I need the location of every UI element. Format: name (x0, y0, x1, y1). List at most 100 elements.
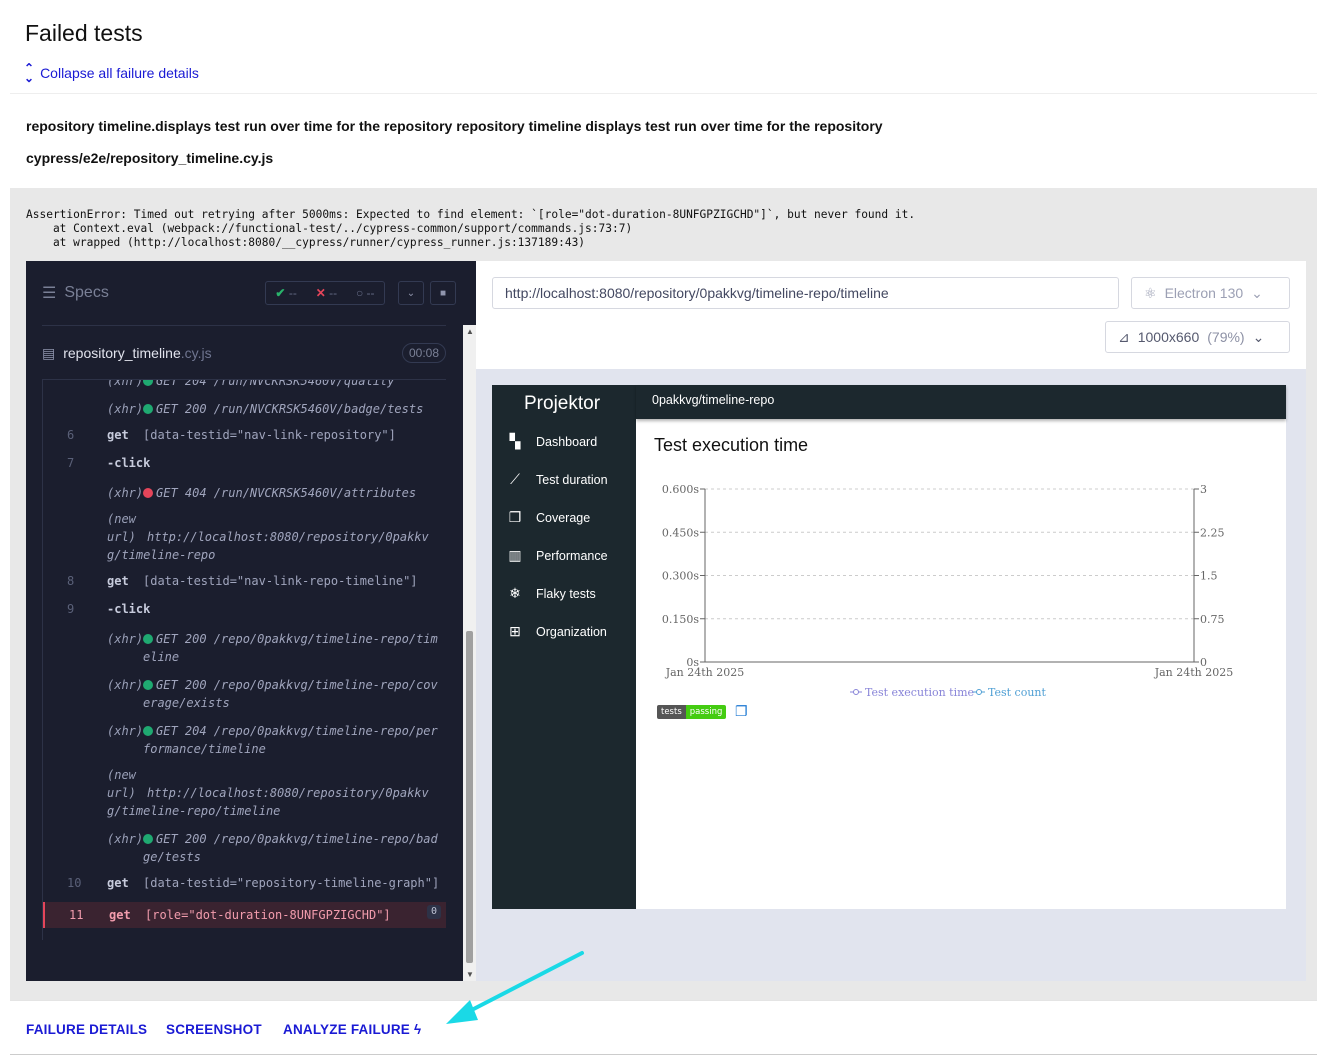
passed-stat: ✔ -- (275, 286, 297, 300)
nav-label: Flaky tests (536, 586, 596, 601)
command-number: 10 (67, 876, 82, 890)
command-message: GET 404 /run/NVCKRSK5460V/attributes (143, 484, 443, 502)
command-number: 7 (67, 456, 75, 470)
success-dot-icon (143, 634, 153, 644)
command-name: (xhr) (107, 486, 144, 500)
viewport-size: 1000x660 (1137, 329, 1200, 345)
scroll-up-icon[interactable]: ▲ (466, 327, 474, 336)
collapse-icon: ⌃ ⌄ (24, 61, 35, 85)
command-message: [data-testid="nav-link-repository"] (143, 428, 396, 442)
scroll-thumb[interactable] (466, 631, 473, 963)
chevron-down-icon: ⌄ (1251, 284, 1263, 301)
command-name: get (107, 574, 129, 588)
command-message: GET 204 /run/NVCKRSK5460V/quality (143, 380, 443, 390)
repo-name: 0pakkvg/timeline-repo (652, 393, 775, 407)
nav-label: Dashboard (536, 434, 598, 449)
failure-details: AssertionError: Timed out retrying after… (10, 188, 1317, 1000)
snowflake-icon: ❄ (509, 585, 521, 601)
nav-item-coverage[interactable]: ❐ Coverage (506, 509, 590, 526)
command-number: 6 (67, 428, 75, 442)
spec-row[interactable]: ▤ repository_timeline .cy.js 00:08 (42, 341, 446, 365)
url-bar[interactable]: http://localhost:8080/repository/0pakkvg… (492, 277, 1119, 309)
y-left-tick-label: 0.600s (662, 483, 699, 496)
trend-icon: ⟋ (510, 471, 520, 487)
command-message: GET 204 /repo/0pakkvg/timeline-repo/perf… (143, 724, 438, 756)
command-number: 9 (67, 602, 75, 616)
command-name: get (107, 428, 129, 442)
nav-label: Coverage (536, 510, 591, 525)
viewport-scale: (79%) (1207, 329, 1245, 345)
check-icon: ✔ (275, 286, 286, 300)
nav-item-test-duration[interactable]: ⟋ Test duration (506, 471, 608, 488)
y-right-tick-label: 1.5 (1200, 570, 1218, 583)
nav-item-performance[interactable]: ▥ Performance (506, 547, 608, 564)
y-right-tick-label: 3 (1200, 483, 1207, 496)
nav-item-flaky-tests[interactable]: ❄ Flaky tests (506, 585, 596, 602)
page: Failed tests ⌃ ⌄ Collapse all failure det… (0, 0, 1317, 1062)
nav-item-organization[interactable]: ⊞ Organization (506, 623, 607, 640)
electron-icon: ⚛ (1144, 284, 1157, 301)
cypress-screenshot: ☰ Specs ✔ -- ✕ -- ○ -- ⌄ ■ ▤ repository_… (26, 261, 1306, 981)
x-tick-label: Jan 24th 2025 (1154, 666, 1234, 679)
command-name: (xhr) (107, 402, 144, 416)
specs-toggle[interactable]: ☰ Specs (42, 283, 109, 303)
browser-selector[interactable]: ⚛ Electron 130 ⌄ (1131, 277, 1290, 309)
tab-analyze-failure[interactable]: ANALYZE FAILURE ϟ (283, 1022, 421, 1037)
nav-label: Performance (536, 548, 608, 563)
command-message: GET 200 /run/NVCKRSK5460V/badge/tests (143, 400, 443, 418)
brand: Projektor (524, 393, 601, 414)
command-name: get (109, 908, 131, 922)
element-count-badge: 0 (426, 905, 441, 919)
failed-command-row[interactable]: 11 get [role="dot-duration-8UNFGPZIGCHD"] 0 (43, 902, 446, 928)
app-topbar: 0pakkvg/timeline-repo (636, 385, 1286, 419)
failed-stat: ✕ -- (315, 286, 338, 300)
legend-marker (976, 689, 982, 695)
error-dot-icon (143, 488, 153, 498)
dashboard-icon: ▚ (509, 433, 521, 449)
command-message: http://localhost:8080/repository/0pakkvg… (107, 530, 429, 562)
org-icon: ⊞ (509, 623, 521, 639)
command-message: http://localhost:8080/repository/0pakkvg… (107, 786, 429, 818)
y-right-tick-label: 0.75 (1200, 613, 1225, 626)
nav-label: Test duration (536, 472, 608, 487)
file-icon: ▤ (42, 344, 56, 361)
run-stats: ✔ -- ✕ -- ○ -- (265, 281, 385, 305)
chevron-down-icon: ⌄ (1252, 328, 1265, 345)
command-log: (xhr) GET 204 /run/NVCKRSK5460V/quality (x… (42, 380, 446, 940)
copy-icon[interactable]: ❐ (735, 703, 748, 720)
tab-failure-details[interactable]: FAILURE DETAILS (26, 1022, 147, 1037)
cypress-reporter: ☰ Specs ✔ -- ✕ -- ○ -- ⌄ ■ ▤ repository_… (26, 261, 476, 981)
tab-screenshot[interactable]: SCREENSHOT (166, 1022, 262, 1037)
spinner-icon: ○ (355, 286, 364, 300)
nav-label: Organization (536, 624, 607, 639)
timeline-chart: 0s0.150s0.300s0.450s0.600s00.751.52.253J… (662, 483, 1234, 699)
failure-tabs: FAILURE DETAILS SCREENSHOT ANALYZE FAILU… (10, 1000, 1317, 1055)
success-dot-icon (143, 380, 153, 386)
spec-ext: .cy.js (180, 345, 212, 361)
chevron-down-icon[interactable]: ⌄ (398, 281, 424, 305)
scrollbar[interactable]: ▲ ▼ (463, 325, 476, 981)
scroll-down-icon[interactable]: ▼ (466, 970, 474, 979)
command-name: -click (107, 456, 151, 470)
command-message: [data-testid="repository-timeline-graph"… (143, 876, 440, 890)
command-number: 11 (69, 908, 84, 922)
command-message: GET 200 /repo/0pakkvg/timeline-repo/time… (143, 632, 438, 664)
y-left-tick-label: 0.300s (662, 570, 699, 583)
stop-icon[interactable]: ■ (430, 281, 456, 305)
test-name: repository timeline.displays test run ov… (26, 118, 883, 134)
command-message: [role="dot-duration-8UNFGPZIGCHD"] (145, 908, 391, 922)
success-dot-icon (143, 834, 153, 844)
legend-label: Test count (988, 686, 1047, 699)
collapse-all-link[interactable]: ⌃ ⌄ Collapse all failure details (24, 61, 199, 85)
aut-stage: Projektor ▚ Dashboard ⟋ Test duration ❐ Cover… (476, 369, 1306, 981)
list-icon: ☰ (42, 285, 57, 302)
viewport-selector[interactable]: ⊿ 1000x660 (79%) ⌄ (1105, 321, 1290, 353)
nav-item-dashboard[interactable]: ▚ Dashboard (506, 433, 598, 450)
specs-label: Specs (64, 284, 109, 301)
badge-left: tests (657, 705, 686, 719)
command-number: 8 (67, 574, 75, 588)
analyze-label: ANALYZE FAILURE (283, 1022, 411, 1037)
browser-label: Electron 130 (1164, 285, 1244, 301)
command-message: GET 200 /repo/0pakkvg/timeline-repo/cove… (143, 678, 438, 710)
reporter-header: ☰ Specs ✔ -- ✕ -- ○ -- ⌄ ■ (26, 261, 476, 325)
